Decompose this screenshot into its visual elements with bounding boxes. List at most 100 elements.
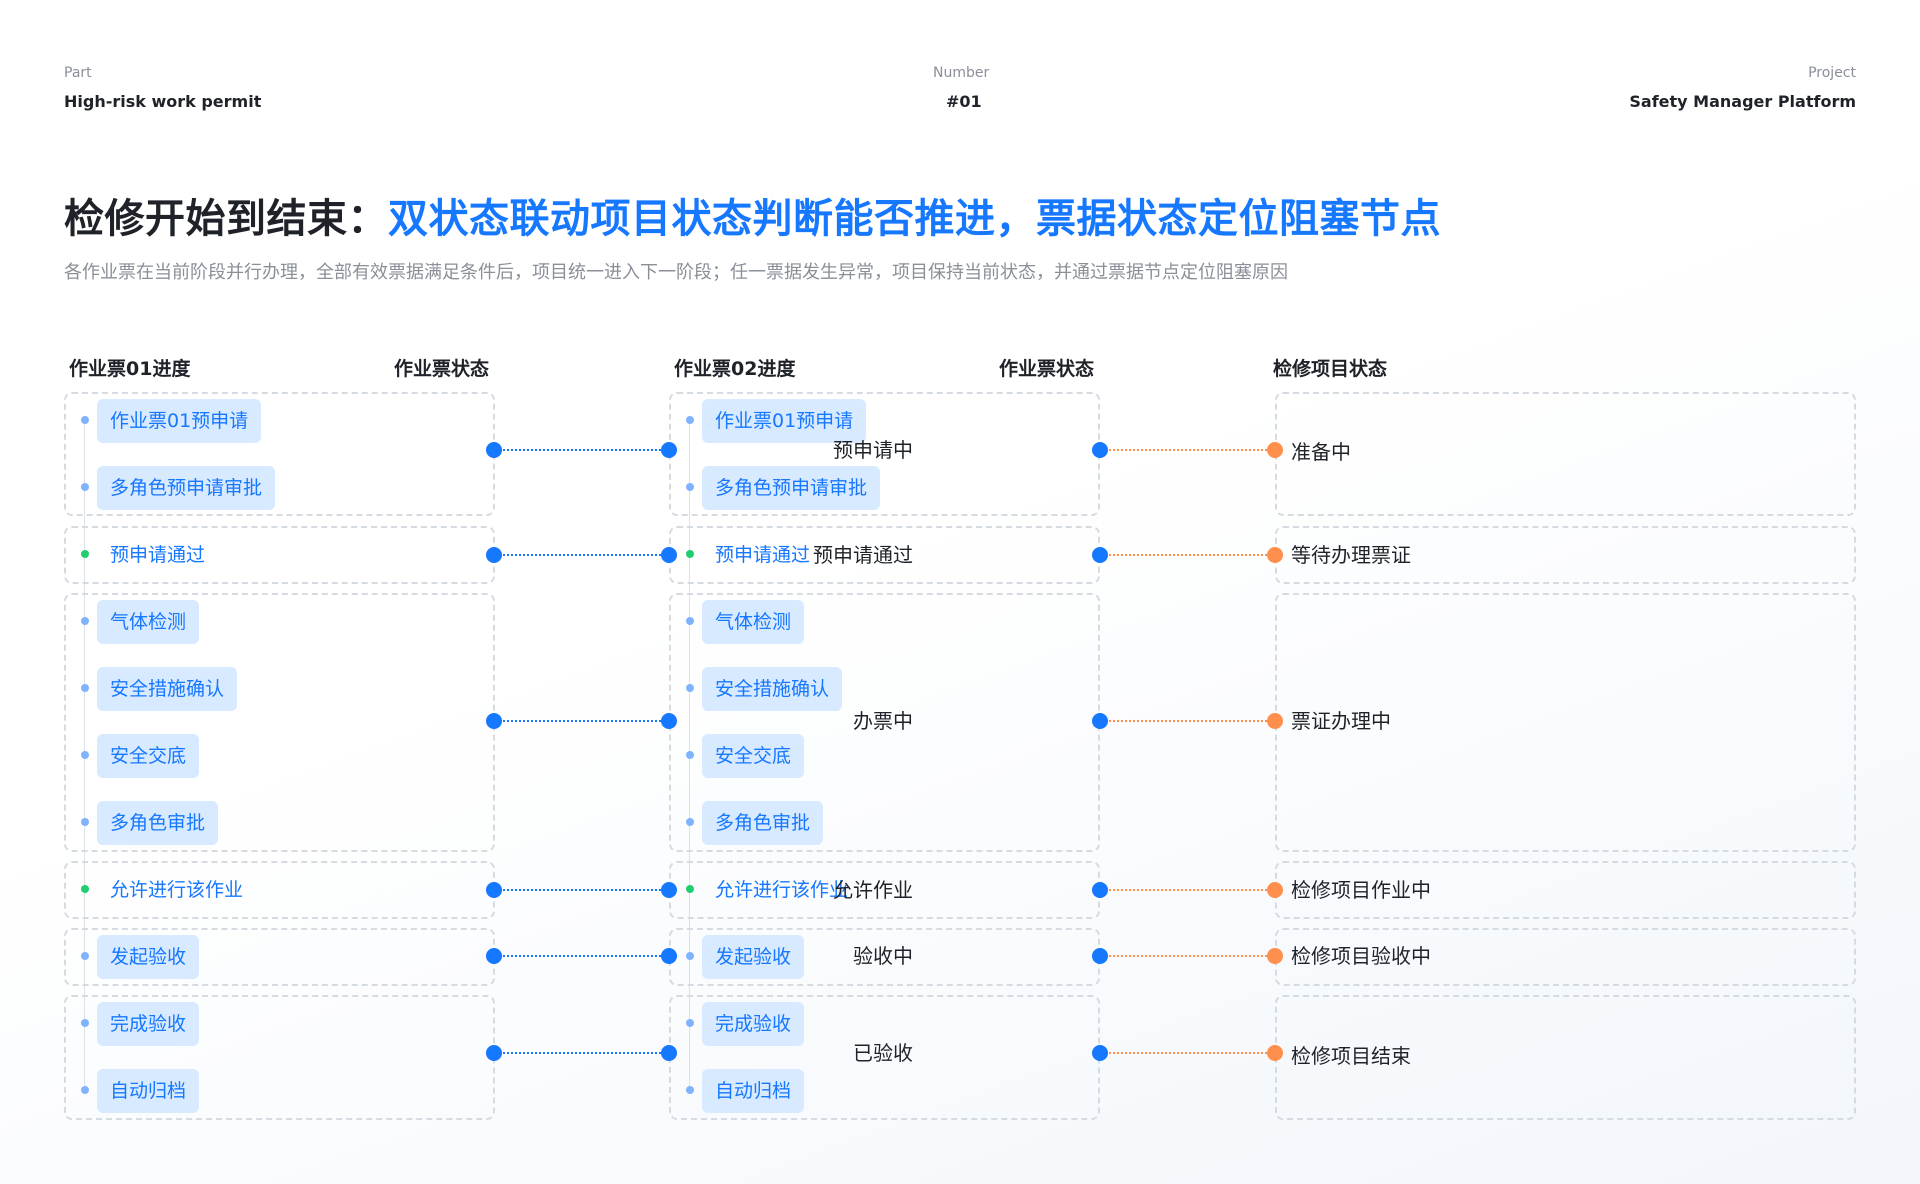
ticket02-step-acceptance-done[interactable]: 完成验收 [702,1002,805,1046]
ticket02-step-multi-approval[interactable]: 多角色审批 [702,801,824,845]
ticket02-step-gas-test[interactable]: 气体检测 [702,600,805,644]
ticket-status-label: 预申请通过 [813,543,913,567]
ticket01-node [81,952,89,960]
ticket-status-label: 允许作业 [833,878,913,902]
title-lead: 检修开始到结束： [64,196,388,242]
col-ticket01-status: 作业票状态 [394,358,490,380]
ticket01-step-work-allowed[interactable]: 允许进行该作业 [110,868,243,912]
col-ticket02-progress: 作业票02进度 [674,358,796,380]
ticket01-step-multi-approval[interactable]: 多角色审批 [97,801,219,845]
ticket-status-dot [1092,948,1108,964]
ticket-status-dot [1092,442,1108,458]
project-status-label: 检修项目验收中 [1291,944,1431,968]
ticket01-node [81,1019,89,1027]
ticket01-milestone-node [81,885,89,893]
ticket-link-connector [494,889,669,891]
ticket02-stage-dot [661,882,677,898]
project-status-label: 检修项目结束 [1291,1044,1411,1068]
ticket02-node [686,1019,694,1027]
ticket01-stage-dot [486,442,502,458]
title-highlight: 双状态联动项目状态判断能否推进，票据状态定位阻塞节点 [388,196,1441,242]
ticket01-step-archive[interactable]: 自动归档 [97,1069,200,1113]
ticket02-step-start-acceptance[interactable]: 发起验收 [702,935,805,979]
ticket01-step-pre-apply[interactable]: 作业票01预申请 [97,399,262,443]
ticket02-stage-dot [661,442,677,458]
ticket01-milestone-node [81,550,89,558]
ticket02-milestone-node [686,885,694,893]
ticket01-step-gas-test[interactable]: 气体检测 [97,600,200,644]
ticket02-node [686,416,694,424]
col-ticket01-progress: 作业票01进度 [69,358,191,380]
project-status-dot [1267,547,1283,563]
ticket01-stage-dot [486,547,502,563]
ticket-status-label: 办票中 [853,709,913,733]
part-label: Part [64,65,92,81]
project-link-connector [1100,449,1275,451]
ticket-link-connector [494,720,669,722]
ticket-link-connector [494,449,669,451]
ticket02-stage-dot [661,713,677,729]
ticket01-node [81,818,89,826]
ticket-link-connector [494,554,669,556]
ticket-link-connector [494,1052,669,1054]
ticket01-step-pre-approved[interactable]: 预申请通过 [110,533,205,577]
ticket01-step-acceptance-done[interactable]: 完成验收 [97,1002,200,1046]
ticket02-stage-dot [661,547,677,563]
ticket02-step-archive[interactable]: 自动归档 [702,1069,805,1113]
ticket02-node [686,952,694,960]
project-link-connector [1100,889,1275,891]
ticket01-step-briefing[interactable]: 安全交底 [97,734,200,778]
ticket-status-label: 预申请中 [833,438,913,462]
ticket01-step-pre-approval[interactable]: 多角色预申请审批 [97,466,276,510]
project-link-connector [1100,1052,1275,1054]
ticket-status-dot [1092,547,1108,563]
ticket-status-dot [1092,882,1108,898]
project-status-label: 检修项目作业中 [1291,878,1431,902]
ticket02-node [686,483,694,491]
ticket-status-label: 验收中 [853,944,913,968]
project-link-connector [1100,554,1275,556]
ticket-link-connector [494,955,669,957]
col-ticket02-status: 作业票状态 [999,358,1095,380]
project-status-dot [1267,1045,1283,1061]
ticket01-stage-dot [486,1045,502,1061]
ticket02-step-pre-approved[interactable]: 预申请通过 [715,533,810,577]
number-value: #01 [946,92,982,111]
ticket02-node [686,1086,694,1094]
project-status-dot [1267,948,1283,964]
ticket01-node [81,483,89,491]
ticket01-stage-dot [486,882,502,898]
ticket02-node [686,751,694,759]
ticket01-node [81,751,89,759]
ticket02-node [686,818,694,826]
ticket01-stage-dot [486,713,502,729]
project-status-dot [1267,442,1283,458]
ticket-status-dot [1092,713,1108,729]
ticket02-step-briefing[interactable]: 安全交底 [702,734,805,778]
page-title: 检修开始到结束：双状态联动项目状态判断能否推进，票据状态定位阻塞节点 [64,186,1441,244]
ticket01-step-safety-confirm[interactable]: 安全措施确认 [97,667,238,711]
ticket02-node [686,617,694,625]
col-project-status: 检修项目状态 [1273,358,1388,380]
ticket02-step-safety-confirm[interactable]: 安全措施确认 [702,667,843,711]
number-label: Number [933,65,990,81]
project-link-connector [1100,720,1275,722]
ticket01-node [81,1086,89,1094]
project-link-connector [1100,955,1275,957]
ticket-status-label: 已验收 [853,1041,913,1065]
project-label: Project [1808,65,1856,81]
project-status-label: 等待办理票证 [1291,543,1411,567]
project-band-prepare [1275,392,1856,516]
ticket02-stage-dot [661,1045,677,1061]
ticket01-node [81,416,89,424]
page-subtitle: 各作业票在当前阶段并行办理，全部有效票据满足条件后，项目统一进入下一阶段；任一票… [64,262,1288,283]
ticket-status-dot [1092,1045,1108,1061]
project-status-dot [1267,713,1283,729]
ticket02-step-work-allowed[interactable]: 允许进行该作业 [715,868,848,912]
ticket02-node [686,684,694,692]
ticket01-node [81,684,89,692]
project-status-label: 票证办理中 [1291,709,1391,733]
ticket02-step-pre-approval[interactable]: 多角色预申请审批 [702,466,881,510]
ticket01-step-start-acceptance[interactable]: 发起验收 [97,935,200,979]
ticket01-node [81,617,89,625]
